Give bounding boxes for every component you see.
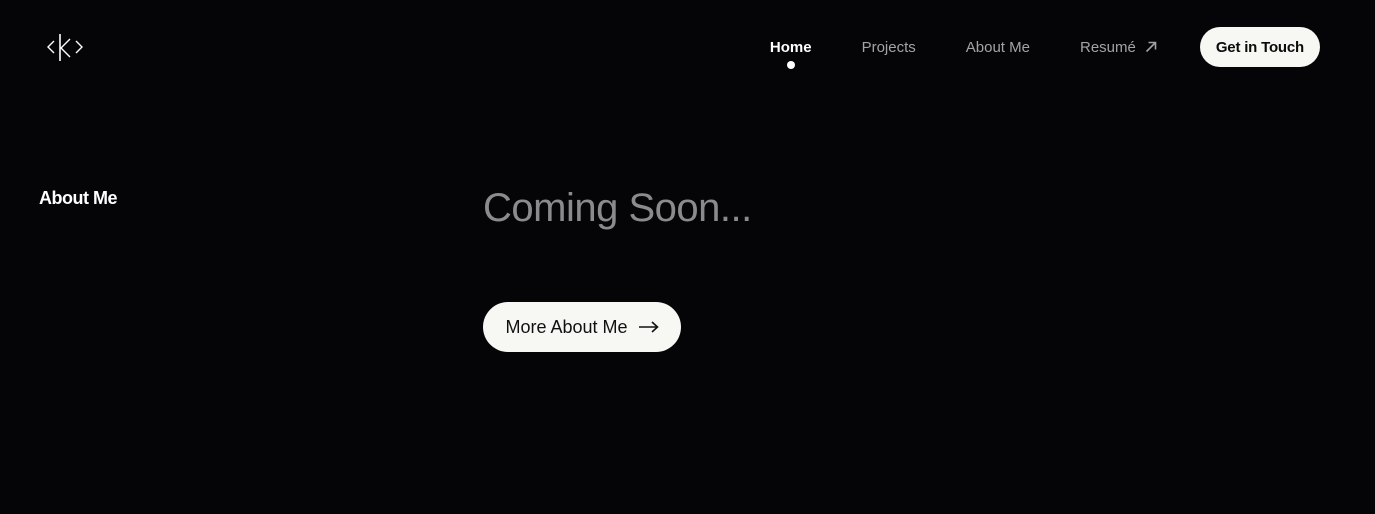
nav-item-label: Resumé	[1079, 38, 1136, 56]
nav-item-label: Projects	[861, 38, 916, 56]
nav-item-label: Home	[769, 38, 812, 56]
page: Home Projects About Me Resumé Get in Tou…	[0, 0, 1375, 514]
external-arrow-icon	[1145, 41, 1157, 53]
page-headline: Coming Soon...	[483, 186, 752, 230]
nav-item-home[interactable]: Home	[769, 27, 812, 69]
active-indicator-dot	[786, 61, 795, 69]
more-about-me-button[interactable]: More About Me	[483, 302, 681, 352]
section-label: About Me	[39, 188, 117, 208]
site-logo-icon[interactable]	[46, 31, 84, 63]
nav-item-label: About Me	[965, 38, 1030, 56]
nav-item-projects[interactable]: Projects	[862, 27, 916, 67]
logo-glyph-icon	[47, 34, 83, 61]
more-about-me-label: More About Me	[505, 316, 628, 337]
nav-item-resume[interactable]: Resumé	[1080, 27, 1157, 67]
nav-item-about-me[interactable]: About Me	[966, 27, 1030, 67]
get-in-touch-button[interactable]: Get in Touch	[1199, 27, 1320, 67]
main-nav: Home Projects About Me Resumé Get in Tou…	[769, 27, 1320, 69]
arrow-right-icon	[638, 321, 659, 333]
